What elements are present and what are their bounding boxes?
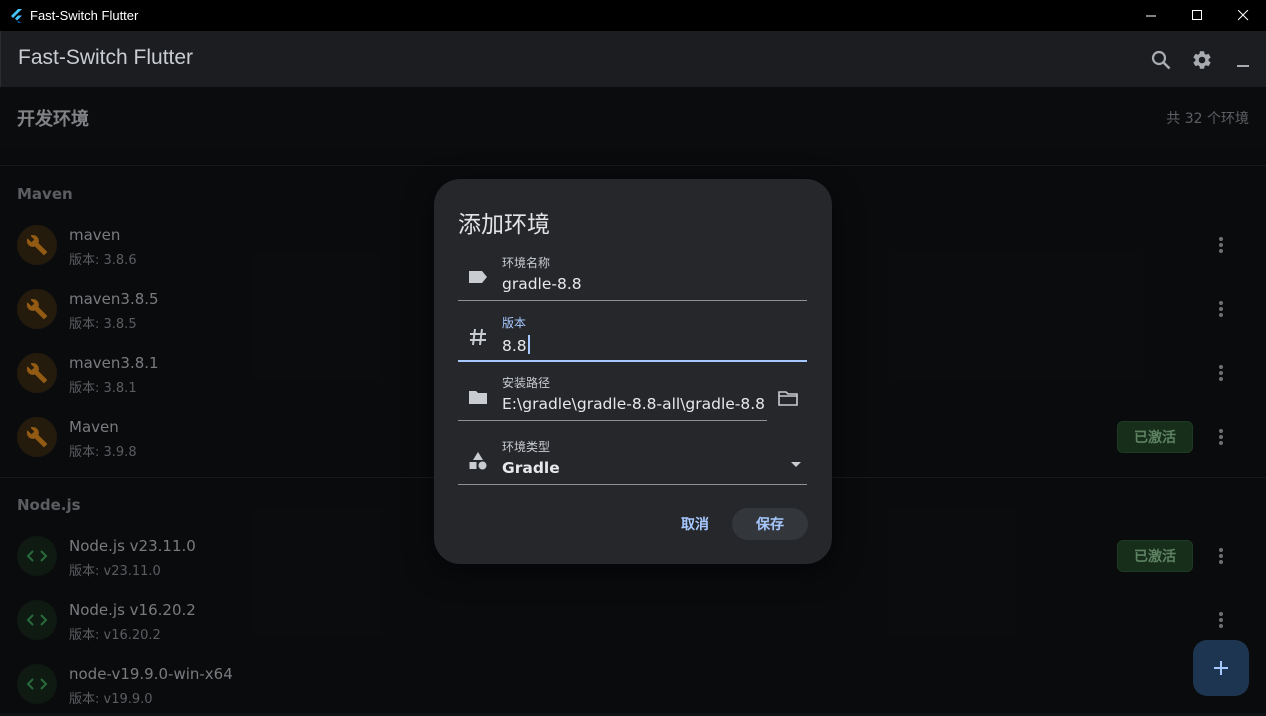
version-input[interactable]: 8.8 bbox=[502, 335, 530, 355]
cancel-button[interactable]: 取消 bbox=[669, 508, 721, 540]
install-path-field[interactable]: 安装路径 E:\gradle\gradle-8.8-all\gradle-8.8 bbox=[458, 372, 767, 421]
minimize-window-button[interactable] bbox=[1128, 0, 1174, 31]
settings-button[interactable] bbox=[1186, 44, 1217, 75]
text-caret bbox=[527, 335, 530, 354]
close-icon bbox=[1237, 10, 1248, 21]
category-icon bbox=[466, 449, 490, 473]
window-titlebar: Fast-Switch Flutter bbox=[0, 0, 1266, 31]
close-window-button[interactable] bbox=[1220, 0, 1266, 31]
app-title: Fast-Switch Flutter bbox=[18, 46, 194, 69]
env-name-input[interactable]: gradle-8.8 bbox=[502, 275, 582, 293]
dropdown-arrow-icon bbox=[791, 462, 801, 467]
env-type-select[interactable]: 环境类型 Gradle bbox=[458, 436, 807, 485]
search-button[interactable] bbox=[1145, 44, 1176, 75]
field-label: 环境类型 bbox=[502, 440, 551, 454]
flutter-logo-icon bbox=[11, 8, 22, 23]
app-bar: Fast-Switch Flutter bbox=[0, 31, 1266, 87]
label-icon bbox=[466, 265, 490, 289]
install-path-input[interactable]: E:\gradle\gradle-8.8-all\gradle-8.8 bbox=[502, 395, 765, 413]
hash-icon bbox=[466, 325, 490, 349]
search-icon bbox=[1151, 50, 1170, 69]
maximize-window-button[interactable] bbox=[1174, 0, 1220, 31]
plus-icon bbox=[1214, 661, 1228, 675]
field-label: 安装路径 bbox=[502, 376, 551, 390]
version-input-text: 8.8 bbox=[502, 337, 527, 355]
field-label: 版本 bbox=[502, 316, 527, 330]
folder-icon bbox=[466, 385, 490, 409]
dialog-title: 添加环境 bbox=[458, 212, 550, 238]
env-type-value: Gradle bbox=[502, 459, 560, 477]
save-button[interactable]: 保存 bbox=[732, 508, 808, 540]
folder-open-icon bbox=[778, 391, 798, 406]
env-name-field[interactable]: 环境名称 gradle-8.8 bbox=[458, 252, 807, 301]
field-label: 环境名称 bbox=[502, 256, 551, 270]
browse-folder-button[interactable] bbox=[774, 384, 802, 412]
add-environment-dialog: 添加环境 环境名称 gradle-8.8 版本 8.8 安装路径 E:\grad… bbox=[434, 179, 832, 564]
minimize-icon bbox=[1145, 15, 1156, 17]
add-environment-button[interactable] bbox=[1193, 640, 1249, 696]
maximize-icon bbox=[1191, 10, 1202, 20]
minimize-icon bbox=[1236, 64, 1249, 67]
gear-icon bbox=[1192, 50, 1211, 69]
window-title: Fast-Switch Flutter bbox=[30, 8, 139, 23]
minimize-app-button[interactable] bbox=[1227, 44, 1258, 75]
version-field[interactable]: 版本 8.8 bbox=[458, 312, 807, 362]
